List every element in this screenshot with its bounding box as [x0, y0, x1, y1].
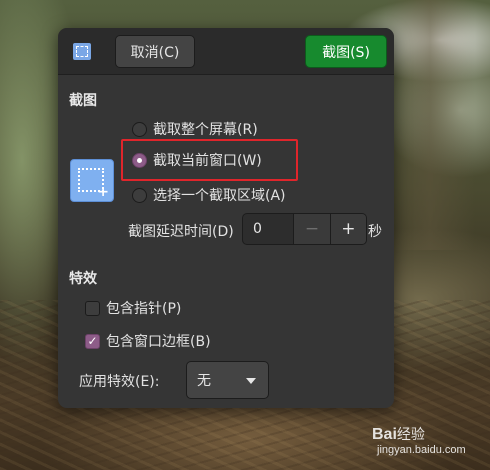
option-select-area-label: 选择一个截取区域(A)	[153, 188, 286, 204]
delay-value[interactable]: 0	[243, 214, 293, 244]
include-border-label: 包含窗口边框(B)	[106, 334, 211, 350]
screenshot-app-icon	[73, 43, 91, 60]
option-current-window[interactable]: 截取当前窗口(W)	[132, 149, 262, 171]
delay-increase-button[interactable]: +	[329, 214, 366, 244]
effects-section-title: 特效	[69, 271, 97, 287]
radio-whole-screen[interactable]	[132, 121, 147, 137]
screenshot-section-title: 截图	[69, 93, 97, 109]
option-whole-screen[interactable]: 截取整个屏幕(R)	[132, 118, 258, 140]
option-whole-screen-label: 截取整个屏幕(R)	[153, 122, 258, 138]
cancel-button[interactable]: 取消(C)	[115, 35, 195, 68]
include-border-checkbox[interactable]: ✓	[85, 333, 100, 349]
effect-dropdown-value: 无	[197, 373, 211, 389]
background-tree	[385, 0, 475, 250]
radio-current-window[interactable]	[132, 152, 147, 168]
watermark-url: jingyan.baidu.com	[377, 444, 466, 456]
delay-unit-label: 秒	[368, 224, 382, 240]
apply-effect-label: 应用特效(E):	[79, 374, 160, 390]
dialog-headerbar: 取消(C) 截图(S)	[58, 28, 394, 75]
baidu-watermark: Bai经验	[372, 424, 425, 444]
delay-label: 截图延迟时间(D)	[128, 224, 234, 240]
effect-dropdown[interactable]: 无	[186, 361, 269, 399]
radio-select-area[interactable]	[132, 187, 147, 203]
baidu-logo: Bai	[372, 426, 397, 443]
screenshot-dialog: 取消(C) 截图(S) 截图 + 截取整个屏幕(R) 截取当前窗口(W) 选择一…	[58, 28, 394, 408]
area-select-icon: +	[70, 159, 114, 202]
delay-spinbutton[interactable]: 0 − +	[242, 213, 367, 245]
include-pointer-option[interactable]: 包含指针(P)	[85, 297, 181, 319]
include-pointer-label: 包含指针(P)	[106, 301, 182, 317]
chevron-down-icon	[246, 378, 256, 384]
include-border-option[interactable]: ✓ 包含窗口边框(B)	[85, 330, 211, 352]
option-select-area[interactable]: 选择一个截取区域(A)	[132, 184, 286, 206]
include-pointer-checkbox[interactable]	[85, 300, 100, 316]
delay-decrease-button[interactable]: −	[293, 214, 330, 244]
baidu-jingyan-text: 经验	[396, 427, 425, 443]
take-screenshot-button[interactable]: 截图(S)	[305, 35, 387, 68]
option-current-window-label: 截取当前窗口(W)	[153, 153, 262, 169]
